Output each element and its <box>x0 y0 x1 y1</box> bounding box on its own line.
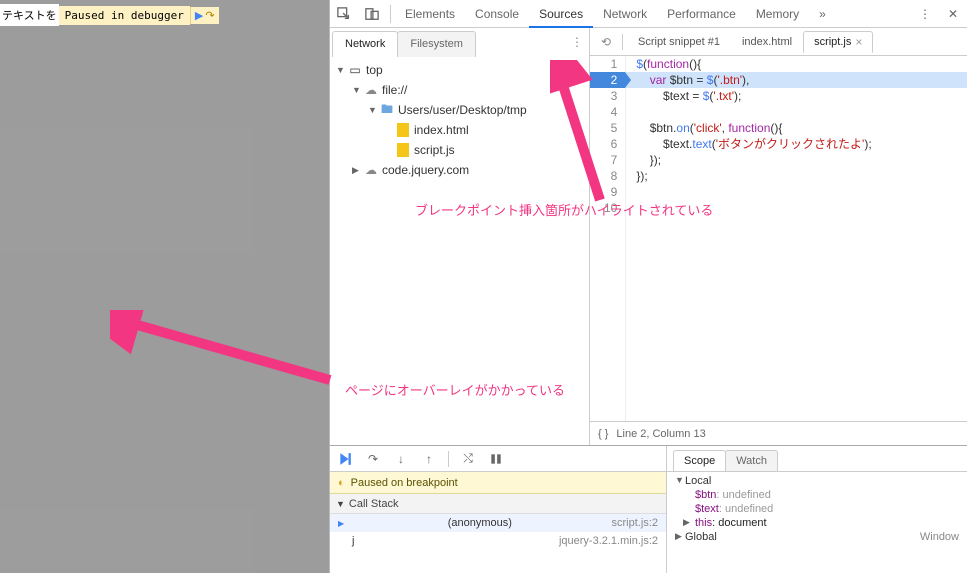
tab-performance[interactable]: Performance <box>657 0 746 28</box>
page-text-fragment: テキストを <box>0 4 59 26</box>
editor-history-icon[interactable]: ⟲ <box>594 35 618 49</box>
navigator-tab-network[interactable]: Network <box>332 31 398 57</box>
navigator-tabs-row: Network Filesystem ⋮ <box>330 28 589 56</box>
editor-status-bar: { } Line 2, Column 13 <box>590 421 967 445</box>
cursor-position: Line 2, Column 13 <box>616 428 705 440</box>
scope-variable[interactable]: ▶this: document <box>667 516 967 530</box>
stack-frame[interactable]: (anonymous)script.js:2 <box>330 514 666 532</box>
tree-file-origin[interactable]: ▼☁file:// <box>330 80 589 100</box>
tab-sources[interactable]: Sources <box>529 0 593 28</box>
file-tab-snippet[interactable]: Script snippet #1 <box>627 31 731 53</box>
navigator-tab-filesystem[interactable]: Filesystem <box>397 31 476 57</box>
sources-navigator: Network Filesystem ⋮ ▼▭top ▼☁file:// ▼🖿U… <box>330 28 590 445</box>
tab-memory[interactable]: Memory <box>746 0 809 28</box>
editor-file-tabs: ⟲ Script snippet #1 index.html script.js… <box>590 28 967 56</box>
sources-main: Network Filesystem ⋮ ▼▭top ▼☁file:// ▼🖿U… <box>330 28 967 445</box>
debugger-controls-pane: ↷ ↓ ↑ ⤭ ◐ Paused on breakpoint ▼Call Sta… <box>330 446 667 573</box>
folder-icon: 🖿 <box>380 103 394 117</box>
step-over-button[interactable]: ↷ <box>364 450 382 468</box>
scope-variable[interactable]: $btn: undefined <box>667 488 967 502</box>
resume-icon[interactable]: ▶ <box>195 9 203 22</box>
file-tab-index[interactable]: index.html <box>731 31 803 53</box>
tree-file-index[interactable]: index.html <box>330 120 589 140</box>
paused-message: Paused in debugger <box>59 6 190 25</box>
step-over-icon[interactable]: ↷ <box>205 9 214 22</box>
more-menu-icon[interactable]: ⋮ <box>911 1 939 27</box>
tree-top[interactable]: ▼▭top <box>330 60 589 80</box>
paused-in-debugger-banner: テキストを Paused in debugger ▶ ↷ <box>0 5 219 25</box>
devtools-panel: Elements Console Sources Network Perform… <box>329 0 967 573</box>
tab-network[interactable]: Network <box>593 0 657 28</box>
file-tab-script[interactable]: script.js× <box>803 31 873 53</box>
debugger-overlay-controls: ▶ ↷ <box>190 7 219 24</box>
tab-console[interactable]: Console <box>465 0 529 28</box>
tab-overflow-icon[interactable]: » <box>809 0 836 28</box>
callstack-list: (anonymous)script.js:2 jjquery-3.2.1.min… <box>330 514 666 573</box>
file-icon <box>396 143 410 157</box>
deactivate-breakpoints-button[interactable]: ⤭ <box>459 450 477 468</box>
frame-icon: ▭ <box>348 63 362 77</box>
scope-global-header[interactable]: ▶GlobalWindow <box>667 530 967 544</box>
devtools-tab-strip: Elements Console Sources Network Perform… <box>330 0 967 28</box>
device-mode-icon[interactable] <box>358 1 386 27</box>
step-out-button[interactable]: ↑ <box>420 450 438 468</box>
step-into-button[interactable]: ↓ <box>392 450 410 468</box>
stack-frame[interactable]: jjquery-3.2.1.min.js:2 <box>330 532 666 550</box>
scope-tab[interactable]: Scope <box>673 450 726 471</box>
close-devtools-icon[interactable]: ✕ <box>939 1 967 27</box>
file-icon <box>396 123 410 137</box>
inspect-icon[interactable] <box>330 1 358 27</box>
cloud-icon: ☁ <box>364 163 378 177</box>
debug-toolbar: ↷ ↓ ↑ ⤭ <box>330 446 666 472</box>
breakpoint-marker[interactable]: 2 <box>590 72 625 88</box>
pretty-print-icon[interactable]: { } <box>598 428 608 440</box>
close-tab-icon[interactable]: × <box>855 31 862 53</box>
watch-tab[interactable]: Watch <box>725 450 778 471</box>
scope-variables: ▼Local $btn: undefined $text: undefined … <box>667 472 967 573</box>
pause-exceptions-button[interactable] <box>487 450 505 468</box>
cloud-icon: ☁ <box>364 83 378 97</box>
scope-variable[interactable]: $text: undefined <box>667 502 967 516</box>
navigator-menu-icon[interactable]: ⋮ <box>565 35 589 49</box>
paused-status-row: ◐ Paused on breakpoint <box>330 472 666 494</box>
tab-elements[interactable]: Elements <box>395 0 465 28</box>
line-gutter[interactable]: 1 2 3 4 5 6 7 8 9 10 <box>590 56 626 421</box>
highlighted-line: var $btn = $('.btn'), <box>626 72 967 88</box>
scope-local-header[interactable]: ▼Local <box>667 474 967 488</box>
sources-editor-pane: ⟲ Script snippet #1 index.html script.js… <box>590 28 967 445</box>
resume-button[interactable] <box>336 450 354 468</box>
tree-folder[interactable]: ▼🖿Users/user/Desktop/tmp <box>330 100 589 120</box>
code-lines[interactable]: $(function(){ var $btn = $('.btn'), $tex… <box>626 56 967 421</box>
debugger-pane: ↷ ↓ ↑ ⤭ ◐ Paused on breakpoint ▼Call Sta… <box>330 445 967 573</box>
callstack-header[interactable]: ▼Call Stack <box>330 494 666 514</box>
scope-tabs: Scope Watch <box>667 446 967 472</box>
file-tree: ▼▭top ▼☁file:// ▼🖿Users/user/Desktop/tmp… <box>330 56 589 445</box>
warning-icon: ◐ <box>338 477 345 489</box>
debugged-page-overlay: テキストを Paused in debugger ▶ ↷ <box>0 0 329 573</box>
code-editor[interactable]: 1 2 3 4 5 6 7 8 9 10 $(function(){ var $… <box>590 56 967 421</box>
tree-file-script[interactable]: script.js <box>330 140 589 160</box>
tree-jquery-origin[interactable]: ▶☁code.jquery.com <box>330 160 589 180</box>
scope-pane: Scope Watch ▼Local $btn: undefined $text… <box>667 446 967 573</box>
